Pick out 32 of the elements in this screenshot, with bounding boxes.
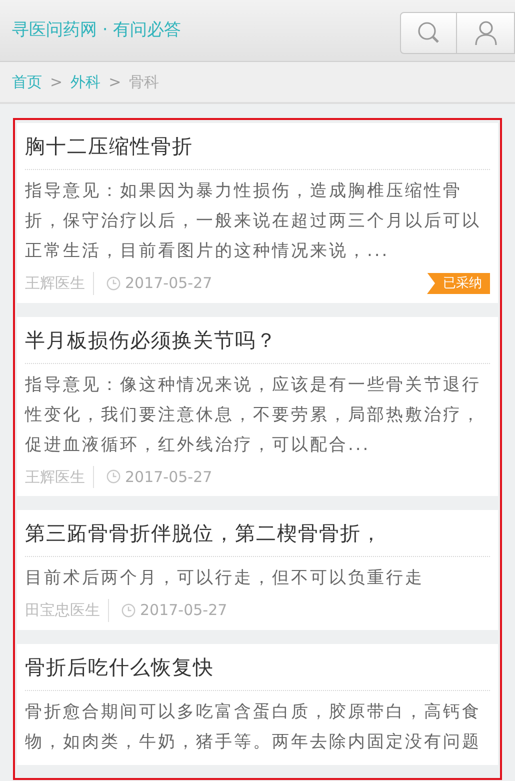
question-title: 骨折后吃什么恢复快 (25, 644, 490, 690)
breadcrumb-separator: > (108, 72, 122, 93)
answer-date: 2017-05-27 (125, 466, 212, 488)
answer-date: 2017-05-27 (140, 600, 228, 621)
question-card[interactable]: 胸十二压缩性骨折 指导意见：如果因为暴力性损伤，造成胸椎压缩性骨折，保守治疗以后，一般来说在超过两三个月以后可以正常生活，目前看图片的这种情况来说，... 王辉医生 2017-05-27 已采纳 (17, 123, 498, 302)
question-card[interactable]: 骨折后吃什么恢复快 骨折愈合期间可以多吃富含蛋白质，胶原带白，高钙食物，如肉类，牛奶，猪手等。两年去除内固定没有问题 (17, 644, 498, 764)
question-title: 第三跖骨骨折伴脱位，第二楔骨骨折， (25, 510, 490, 557)
breadcrumb-separator: > (50, 72, 63, 93)
answer-text: 骨折愈合期间可以多吃富含蛋白质，胶原带白，高钙食物，如肉类，牛奶，猪手等。两年去除内固定没有问题 (25, 700, 482, 754)
search-button[interactable] (400, 12, 457, 54)
clock-icon (121, 602, 136, 618)
doctor-name[interactable]: 田宝忠医生 (25, 599, 109, 622)
answer-text: 目前术后两个月，可以行走，但不可以负重行走 (25, 567, 425, 590)
user-button[interactable] (457, 12, 515, 54)
site-title[interactable]: 寻医问药网 · 有问必答 (12, 18, 182, 44)
clock-icon (106, 276, 121, 291)
doctor-name[interactable]: 王辉医生 (25, 272, 94, 294)
doctor-name[interactable]: 王辉医生 (25, 466, 94, 488)
question-title: 半月板损伤必须换关节吗？ (25, 316, 490, 364)
question-card[interactable]: 第三跖骨骨折伴脱位，第二楔骨骨折， 目前术后两个月，可以行走，但不可以负重行走 田宝忠医生 2017-05-27 (17, 510, 498, 630)
breadcrumb-link[interactable]: 骨科 (129, 70, 160, 94)
answer-date: 2017-05-27 (125, 273, 212, 294)
user-icon (474, 20, 498, 46)
answer-text: 指导意见：如果因为暴力性损伤，造成胸椎压缩性骨折，保守治疗以后，一般来说在超过两三个月以后可以正常生活，目前看图片的这种情况来说，... (25, 180, 482, 263)
clock-icon (106, 469, 121, 484)
question-card[interactable]: 半月板损伤必须换关节吗？ 指导意见：像这种情况来说，应该是有一些骨关节退行性变化，我们要注意休息，不要劳累，局部热敷治疗，促进血液循环，红外线治疗，可以配合... 王辉医生 2017-05-27 (17, 316, 498, 496)
search-icon (416, 20, 442, 46)
breadcrumb-link[interactable]: 首页 (12, 70, 42, 94)
answer-text: 指导意见：像这种情况来说，应该是有一些骨关节退行性变化，我们要注意休息，不要劳累，局部热敷治疗，促进血液循环，红外线治疗，可以配合... (25, 374, 482, 456)
question-title: 胸十二压缩性骨折 (25, 123, 490, 170)
adopted-badge: 已采纳 (427, 272, 490, 294)
breadcrumb-link[interactable]: 外科 (70, 70, 101, 94)
